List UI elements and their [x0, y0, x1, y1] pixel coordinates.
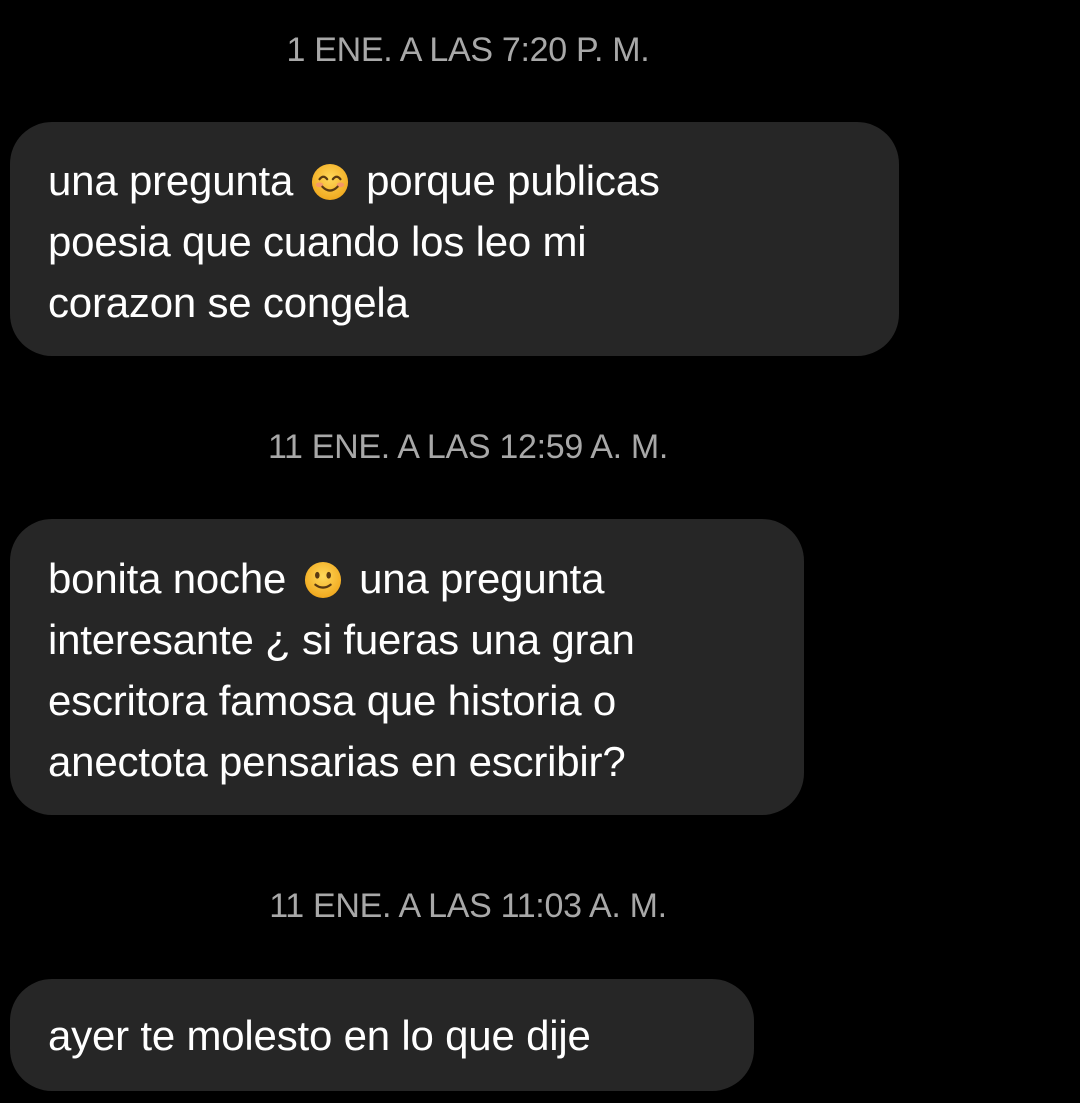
message-line: interesante ¿ si fueras una gran	[48, 616, 635, 663]
message-line: corazon se congela	[48, 279, 409, 326]
message-line: poesia que cuando los leo mi	[48, 218, 587, 265]
received-message-bubble[interactable]: una pregunta porque publicas poesia que …	[10, 122, 899, 356]
message-line: ayer te molesto en lo que dije	[48, 1012, 591, 1059]
received-message-bubble[interactable]: ayer te molesto en lo que dije	[10, 979, 754, 1091]
message-text: bonita noche	[48, 555, 287, 602]
message-text: una pregunta	[359, 555, 605, 602]
slightly-smiling-face-icon	[304, 561, 341, 599]
smiling-face-with-smiling-eyes-icon	[311, 163, 348, 201]
message-line: escritora famosa que historia o	[48, 677, 617, 724]
message-text: porque publicas	[366, 157, 660, 204]
message-timestamp: 11 ENE. A LAS 11:03 A. M.	[269, 887, 667, 925]
message-timestamp: 11 ENE. A LAS 12:59 A. M.	[267, 428, 669, 466]
message-line: una pregunta porque publicas	[48, 150, 861, 211]
received-message-bubble[interactable]: bonita noche una pregunta interesante ¿ …	[10, 519, 804, 815]
message-line: bonita noche una pregunta	[48, 548, 766, 609]
message-text: una pregunta	[48, 157, 294, 204]
message-line: anectota pensarias en escribir?	[48, 738, 626, 785]
message-timestamp: 1 ENE. A LAS 7:20 P. M.	[286, 31, 650, 69]
